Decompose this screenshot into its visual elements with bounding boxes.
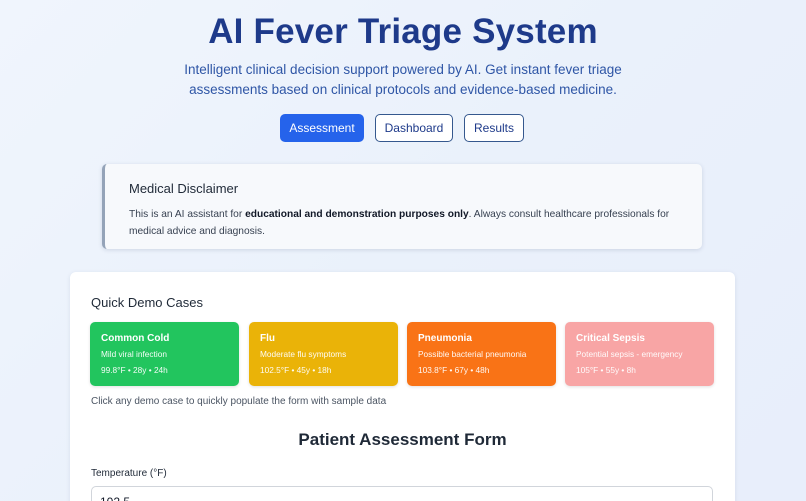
demo-case-vitals: 102.5°F • 45y • 18h bbox=[260, 365, 332, 375]
temperature-input[interactable] bbox=[91, 486, 713, 501]
medical-disclaimer: Medical Disclaimer This is an AI assista… bbox=[102, 164, 702, 249]
nav-bar: Assessment Dashboard Results bbox=[0, 114, 806, 142]
demo-case-common-cold[interactable]: Common Cold Mild viral infection 99.8°F … bbox=[90, 322, 239, 386]
demo-heading: Quick Demo Cases bbox=[91, 295, 203, 310]
demo-case-desc: Potential sepsis - emergency bbox=[576, 349, 683, 359]
demo-case-flu[interactable]: Flu Moderate flu symptoms 102.5°F • 45y … bbox=[249, 322, 398, 386]
demo-case-desc: Moderate flu symptoms bbox=[260, 349, 347, 359]
disclaimer-title: Medical Disclaimer bbox=[129, 181, 239, 196]
demo-case-vitals: 99.8°F • 28y • 24h bbox=[101, 365, 168, 375]
demo-case-desc: Mild viral infection bbox=[101, 349, 167, 359]
tab-dashboard[interactable]: Dashboard bbox=[375, 114, 453, 142]
demo-case-pneumonia[interactable]: Pneumonia Possible bacterial pneumonia 1… bbox=[407, 322, 556, 386]
demo-case-title: Common Cold bbox=[101, 333, 170, 344]
disclaimer-text: This is an AI assistant for educational … bbox=[129, 209, 670, 237]
temperature-label: Temperature (°F) bbox=[91, 468, 167, 479]
form-title: Patient Assessment Form bbox=[298, 430, 507, 449]
page-title: AI Fever Triage System bbox=[208, 12, 598, 51]
page-subtitle: Intelligent clinical decision support po… bbox=[184, 62, 622, 97]
assessment-card: Quick Demo Cases Common Cold Mild viral … bbox=[70, 272, 735, 501]
demo-case-vitals: 103.8°F • 67y • 48h bbox=[418, 365, 490, 375]
tab-results[interactable]: Results bbox=[464, 114, 524, 142]
demo-case-critical-sepsis[interactable]: Critical Sepsis Potential sepsis - emerg… bbox=[565, 322, 714, 386]
tab-assessment[interactable]: Assessment bbox=[280, 114, 364, 142]
demo-case-title: Pneumonia bbox=[418, 333, 472, 344]
demo-case-desc: Possible bacterial pneumonia bbox=[418, 349, 527, 359]
demo-case-title: Flu bbox=[260, 333, 275, 344]
demo-case-title: Critical Sepsis bbox=[576, 333, 645, 344]
demo-hint: Click any demo case to quickly populate … bbox=[91, 396, 387, 407]
demo-case-vitals: 105°F • 55y • 8h bbox=[576, 365, 636, 375]
